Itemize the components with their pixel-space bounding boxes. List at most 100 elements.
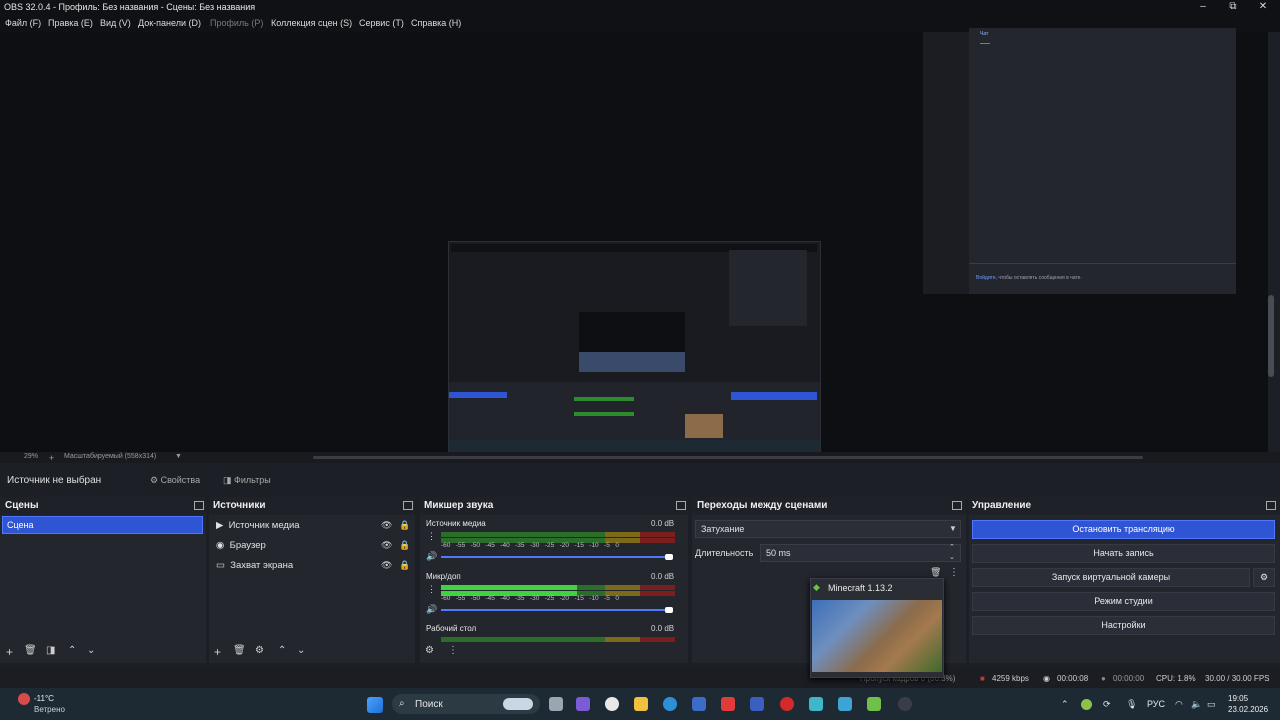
menu-tools[interactable]: Сервис (T): [359, 18, 404, 28]
microphone-icon[interactable]: 🎙: [1126, 699, 1137, 710]
chevron-down-icon[interactable]: ▼: [175, 453, 182, 460]
minecraft-preview-image[interactable]: [812, 600, 942, 672]
properties-button[interactable]: ⚙ Свойства: [150, 472, 200, 488]
remove-transition-icon[interactable]: 🗑: [930, 567, 941, 578]
yandex-icon[interactable]: [605, 697, 619, 711]
transition-menu-icon[interactable]: ⋮: [949, 567, 959, 578]
mixer-settings-icon[interactable]: ⚙: [425, 645, 434, 663]
menu-file[interactable]: Файл (F): [5, 18, 41, 28]
volume-level-bar: [441, 585, 577, 590]
close-button[interactable]: ✕: [1248, 0, 1278, 16]
speaker-icon[interactable]: 🔊: [426, 551, 437, 562]
lock-icon[interactable]: 🔒: [399, 560, 410, 571]
weather-description[interactable]: Ветрено: [34, 705, 65, 714]
undock-icon[interactable]: [676, 501, 686, 510]
preview-horizontal-scrollbar[interactable]: [313, 456, 1143, 459]
chat-login-link[interactable]: Войдите,: [976, 275, 997, 281]
zoom-in-icon[interactable]: +: [49, 453, 54, 463]
task-view-icon[interactable]: [549, 697, 563, 711]
settings-button[interactable]: Настройки: [972, 616, 1275, 635]
edge-icon[interactable]: [663, 697, 677, 711]
minimize-button[interactable]: –: [1188, 0, 1218, 16]
menu-view[interactable]: Вид (V): [100, 18, 131, 28]
weather-icon[interactable]: [18, 693, 30, 705]
volume-slider-knob[interactable]: [665, 607, 673, 613]
tick-label: -60: [441, 595, 451, 602]
tray-sync-icon[interactable]: ⟳: [1103, 699, 1111, 710]
vscode-icon[interactable]: [750, 697, 764, 711]
clock-date[interactable]: 23.02.2026: [1228, 705, 1268, 714]
file-explorer-icon[interactable]: [634, 697, 648, 711]
tray-expand-icon[interactable]: ⌃: [1061, 699, 1069, 710]
remove-scene-icon[interactable]: 🗑: [24, 645, 37, 663]
remove-source-icon[interactable]: 🗑: [233, 645, 246, 663]
language-indicator[interactable]: РУС: [1147, 699, 1165, 709]
weather-temperature[interactable]: -11°C: [34, 694, 54, 703]
store-icon[interactable]: [692, 697, 706, 711]
clock-time[interactable]: 19:05: [1228, 694, 1248, 703]
volume-slider-knob[interactable]: [665, 554, 673, 560]
undock-icon[interactable]: [194, 501, 204, 510]
source-item-media[interactable]: ▶ Источник медиа: [216, 520, 300, 531]
tick-label: -10: [589, 542, 599, 549]
add-source-icon[interactable]: +: [214, 645, 221, 663]
volume-slider[interactable]: [441, 556, 669, 558]
move-down-icon[interactable]: ⌄: [297, 645, 305, 663]
scale-mode[interactable]: Масштабируемый (558x314): [64, 453, 156, 460]
maximize-button[interactable]: ⧉: [1218, 0, 1248, 16]
channel-menu-icon[interactable]: ⋮: [427, 531, 436, 542]
volume-icon[interactable]: 🔈: [1191, 699, 1202, 710]
visibility-eye-icon[interactable]: 👁: [381, 560, 392, 571]
chevron-down-icon[interactable]: ⌄: [949, 553, 955, 561]
speaker-icon[interactable]: 🔊: [426, 604, 437, 615]
wifi-icon[interactable]: ◠: [1175, 699, 1183, 710]
menu-profile[interactable]: Профиль (P): [210, 18, 263, 28]
minecraft-taskbar-icon[interactable]: [867, 697, 881, 711]
move-up-icon[interactable]: ⌃: [278, 645, 286, 663]
start-virtual-camera-button[interactable]: Запуск виртуальной камеры: [972, 568, 1250, 587]
move-up-icon[interactable]: ⌃: [68, 645, 76, 663]
mixer-menu-icon[interactable]: ⋮: [448, 645, 458, 663]
chevron-up-icon[interactable]: ⌃: [949, 543, 955, 551]
preview-vertical-scrollbar[interactable]: [1268, 295, 1274, 377]
undock-icon[interactable]: [1266, 501, 1276, 510]
visibility-eye-icon[interactable]: 👁: [381, 520, 392, 531]
menu-edit[interactable]: Правка (E): [48, 18, 93, 28]
tray-app-icon[interactable]: [1081, 699, 1092, 710]
filters-button[interactable]: ◨ Фильтры: [223, 472, 271, 488]
chat-tab[interactable]: Чат: [980, 31, 988, 37]
notepad-icon[interactable]: [838, 697, 852, 711]
obs-icon[interactable]: [898, 697, 912, 711]
source-settings-icon[interactable]: ⚙: [255, 645, 264, 663]
copilot-icon[interactable]: [576, 697, 590, 711]
stop-streaming-button[interactable]: Остановить трансляцию: [972, 520, 1275, 539]
lock-icon[interactable]: 🔒: [399, 520, 410, 531]
battery-icon[interactable]: ▭: [1207, 699, 1216, 710]
gear-icon: ⚙: [1259, 572, 1269, 582]
undock-icon[interactable]: [403, 501, 413, 510]
volume-slider[interactable]: [441, 609, 669, 611]
cpu-usage: CPU: 1.8%: [1156, 674, 1196, 683]
visibility-eye-icon[interactable]: 👁: [381, 540, 392, 551]
channel-menu-icon[interactable]: ⋮: [427, 584, 436, 595]
source-item-screen-capture[interactable]: ▭ Захват экрана: [216, 560, 293, 571]
undock-icon[interactable]: [952, 501, 962, 510]
add-scene-icon[interactable]: +: [6, 645, 13, 663]
tick-label: -60: [441, 542, 451, 549]
menu-docks[interactable]: Док-панели (D): [138, 18, 201, 28]
yandex-browser-icon[interactable]: [721, 697, 735, 711]
menu-help[interactable]: Справка (H): [411, 18, 461, 28]
lock-icon[interactable]: 🔒: [399, 540, 410, 551]
start-recording-button[interactable]: Начать запись: [972, 544, 1275, 563]
menu-scene-collection[interactable]: Коллекция сцен (S): [271, 18, 352, 28]
app-icon[interactable]: [809, 697, 823, 711]
virtual-camera-settings-button[interactable]: ⚙: [1253, 568, 1275, 587]
studio-mode-button[interactable]: Режим студии: [972, 592, 1275, 611]
opera-icon[interactable]: [780, 697, 794, 711]
start-button-icon[interactable]: [367, 697, 383, 713]
source-item-browser[interactable]: ◉ Браузер: [216, 540, 266, 551]
zoom-level[interactable]: 29%: [24, 453, 38, 460]
move-down-icon[interactable]: ⌄: [87, 645, 95, 663]
tick-label: -5: [604, 542, 610, 549]
scene-filters-icon[interactable]: ◨: [46, 645, 55, 663]
